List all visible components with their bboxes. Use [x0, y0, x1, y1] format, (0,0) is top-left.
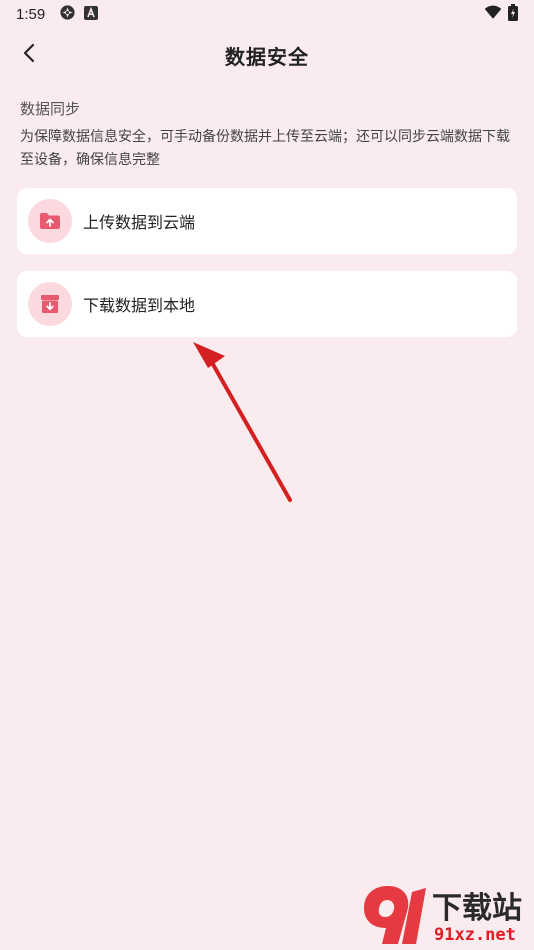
download-label: 下载数据到本地	[83, 296, 196, 315]
annotation-arrow-icon	[193, 342, 292, 502]
download-to-local-button[interactable]: 下载数据到本地	[17, 271, 517, 337]
watermark-logo: 下载站 91xz.net	[360, 878, 530, 948]
download-box-icon	[28, 282, 72, 326]
back-button[interactable]	[10, 36, 48, 74]
watermark-top-text: 下载站	[432, 891, 522, 926]
app-bar: 数据安全	[0, 30, 534, 80]
section-description: 为保障数据信息安全，可手动备份数据并上传至云端；还可以同步云端数据下载至设备，确…	[20, 129, 510, 168]
status-time: 1:59	[16, 5, 46, 23]
upload-to-cloud-button[interactable]: 上传数据到云端	[17, 188, 517, 254]
screen: 1:59 数据安全 数据同步 为保障数据信息安全，可手动备份数据并上传至云端；还…	[0, 0, 534, 950]
upload-folder-icon	[28, 199, 72, 243]
chevron-left-icon	[20, 43, 38, 67]
section-title: 数据同步	[20, 100, 81, 118]
settings-icon	[59, 4, 76, 25]
status-bar: 1:59	[0, 0, 534, 28]
page-title: 数据安全	[225, 44, 309, 69]
status-right-icons	[484, 3, 518, 25]
watermark-bottom-text: 91xz.net	[434, 925, 516, 945]
battery-icon	[508, 3, 518, 25]
wifi-icon	[484, 4, 502, 24]
a-badge-icon	[84, 5, 99, 24]
upload-label: 上传数据到云端	[83, 213, 196, 232]
status-left-icons	[59, 4, 99, 25]
